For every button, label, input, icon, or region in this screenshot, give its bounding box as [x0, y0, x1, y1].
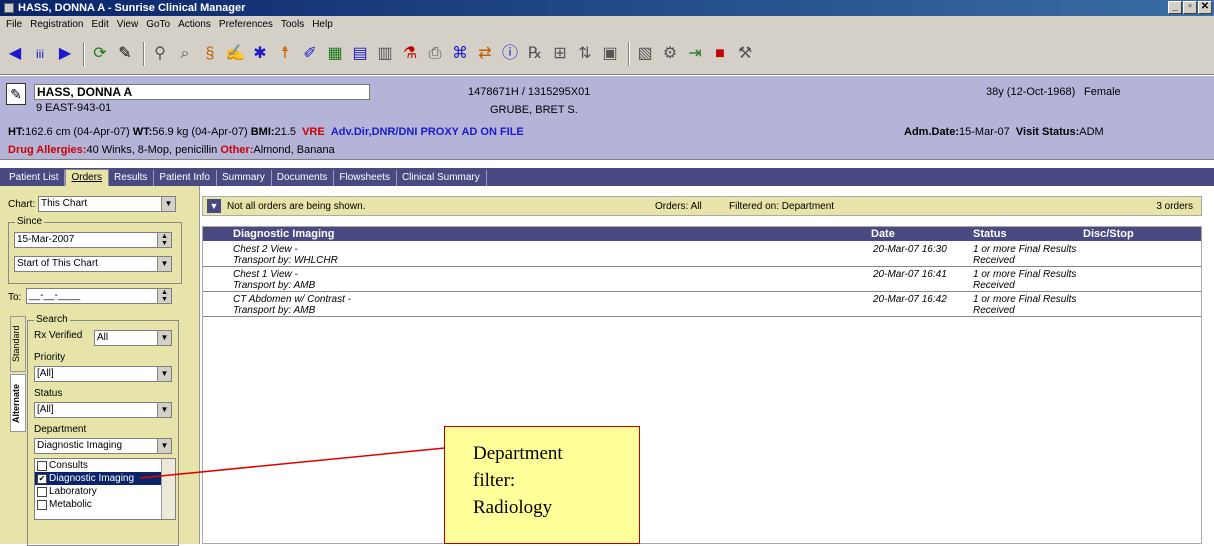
annotation-callout: Department filter: Radiology [444, 426, 640, 544]
callout-line-2: filter: [473, 470, 516, 491]
callout-pointer-line [139, 447, 446, 479]
callout-line-3: Radiology [473, 497, 553, 518]
callout-line-1: Department [473, 443, 563, 464]
